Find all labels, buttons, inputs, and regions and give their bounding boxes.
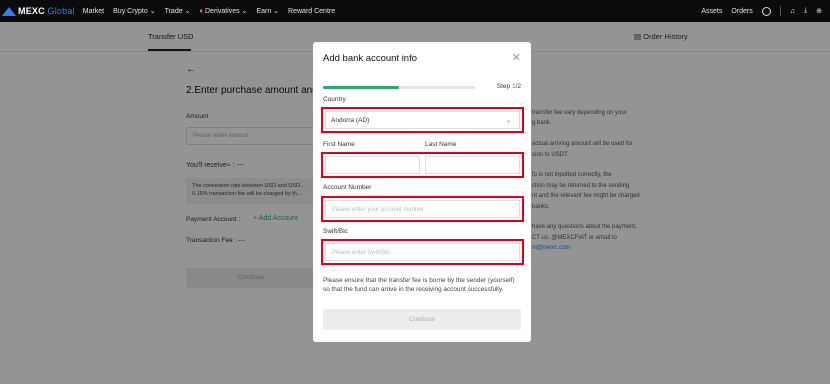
country-highlight: Andorra (AD) ⌄	[321, 107, 524, 133]
chevron-down-icon: ⌄	[239, 8, 248, 15]
logo-text-main: MEXC	[18, 6, 45, 16]
transfer-fee-notice: Please ensure that the transfer fee is b…	[323, 277, 515, 294]
nav-orders[interactable]: Orders	[731, 8, 752, 15]
account-number-placeholder: Please enter your account number	[332, 207, 424, 213]
name-highlight	[321, 152, 524, 178]
account-number-highlight: Please enter your account number	[321, 196, 524, 222]
user-icon[interactable]	[761, 6, 771, 16]
swift-label: Swift/Bic	[323, 228, 348, 235]
globe-icon[interactable]: ⊕	[816, 7, 822, 15]
mexc-logo[interactable]: MEXC Global	[0, 6, 75, 16]
last-name-label: Last Name	[425, 141, 457, 148]
logo-icon	[2, 6, 16, 16]
nav-market[interactable]: Market	[83, 8, 104, 15]
account-number-input[interactable]: Please enter your account number	[325, 200, 520, 218]
first-name-label: First Name	[323, 141, 355, 148]
fire-icon: ♦	[199, 8, 203, 15]
swift-highlight: Please enter Swift/Bic	[321, 239, 524, 265]
swift-placeholder: Please enter Swift/Bic	[332, 250, 391, 256]
top-nav: MEXC Global Market Buy Crypto ⌄ Trade ⌄ …	[0, 0, 830, 22]
chevron-down-icon: ⌄	[271, 8, 280, 15]
first-name-input[interactable]	[325, 156, 420, 174]
chevron-down-icon: ⌄	[147, 8, 156, 15]
nav-earn[interactable]: Earn ⌄	[256, 7, 279, 15]
nav-trade[interactable]: Trade ⌄	[165, 7, 191, 15]
download-icon[interactable]: ⤓	[804, 7, 807, 15]
last-name-input[interactable]	[425, 156, 520, 174]
step-progress-fill	[323, 86, 399, 89]
country-label: Country	[323, 96, 346, 103]
chevron-down-icon: ⌄	[182, 8, 191, 15]
step-progress-bar	[323, 86, 475, 89]
nav-reward-centre[interactable]: Reward Centre	[288, 8, 335, 15]
swift-input[interactable]: Please enter Swift/Bic	[325, 243, 520, 261]
account-number-label: Account Number	[323, 184, 372, 191]
nav-buy-crypto[interactable]: Buy Crypto ⌄	[113, 7, 155, 15]
modal-title: Add bank account info	[323, 53, 418, 64]
nav-derivatives[interactable]: ♦ Derivatives ⌄	[199, 7, 247, 15]
country-select[interactable]: Andorra (AD) ⌄	[325, 111, 520, 129]
close-icon[interactable]: ✕	[512, 51, 521, 64]
continue-button[interactable]: Continue	[323, 309, 521, 330]
chevron-down-icon: ⌄	[505, 118, 511, 124]
add-bank-account-modal: Add bank account info ✕ Step 1/2 Country…	[313, 42, 531, 342]
nav-divider	[779, 6, 781, 16]
bell-icon[interactable]: ♫	[790, 8, 795, 15]
step-indicator: Step 1/2	[496, 83, 521, 90]
country-value: Andorra (AD)	[331, 117, 370, 124]
nav-assets[interactable]: Assets	[701, 8, 722, 15]
logo-text-sub: Global	[47, 6, 75, 16]
